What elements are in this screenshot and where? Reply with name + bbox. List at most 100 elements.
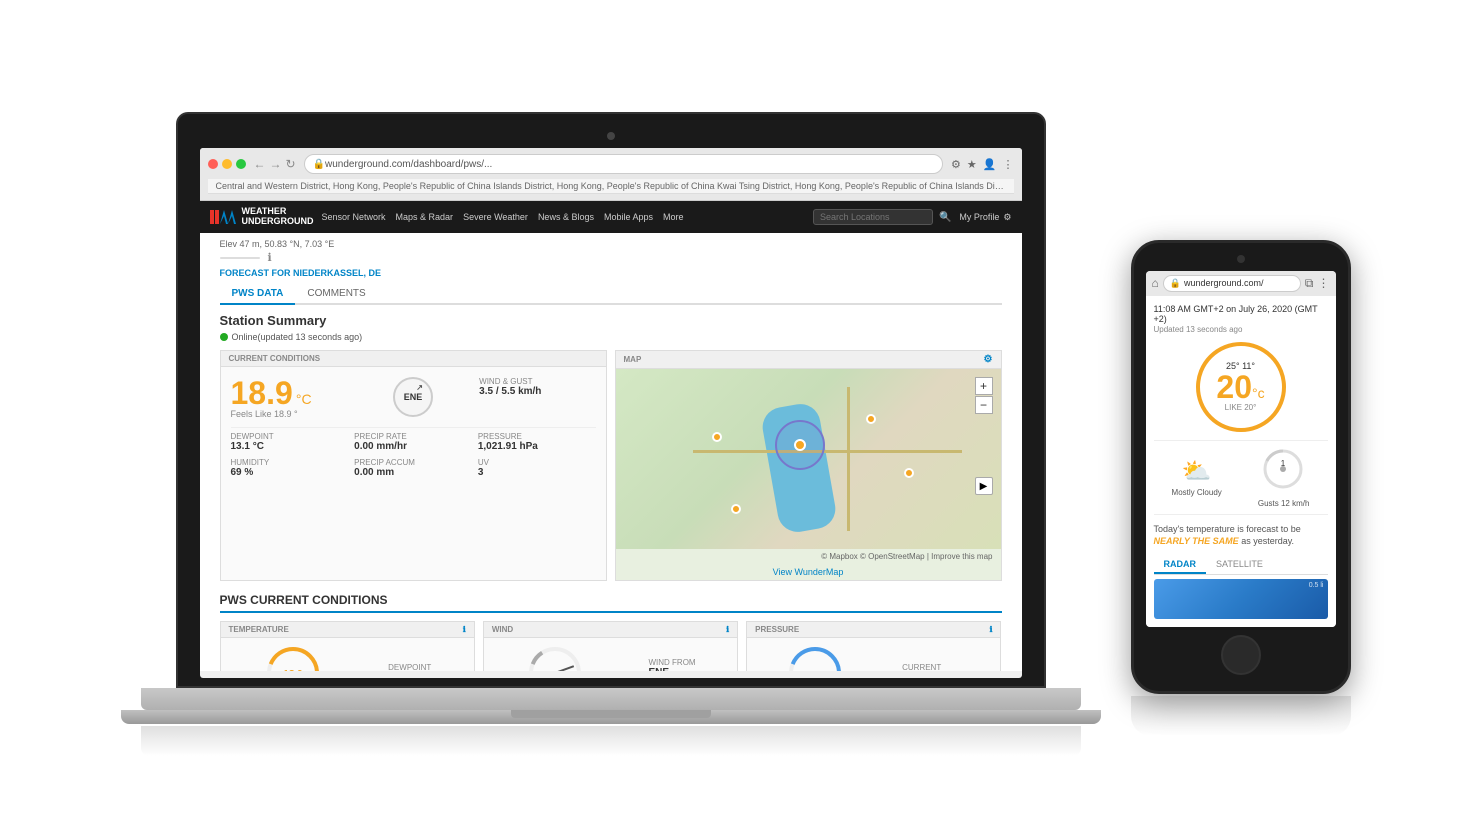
search-icon[interactable]: 🔍 — [939, 212, 951, 223]
wind-gauge-svg — [525, 643, 585, 671]
browser-nav: ← → ↻ — [254, 157, 296, 171]
dewpoint-val: 13.1 °C — [231, 441, 349, 452]
map-box-header: MAP ⚙ — [616, 351, 1001, 369]
map-controls: + − — [975, 377, 993, 414]
search-input[interactable] — [813, 209, 933, 225]
pws-pressure-label: PRESSURE — [755, 625, 799, 634]
wu-site: WEATHER UNDERGROUND Sensor Network Maps … — [200, 201, 1022, 671]
temp-current: 20 — [1216, 369, 1252, 405]
precip-rate-item: PRECIP RATE 0.00 mm/hr — [354, 432, 472, 452]
nav-more[interactable]: More — [663, 212, 684, 222]
compass-circle: ENE ↗ — [393, 377, 433, 417]
laptop-screen-outer: ← → ↻ 🔒 wunderground.com/dashboard/pws/.… — [176, 112, 1046, 688]
pws-dewpoint-label: DEWPOINT — [388, 663, 431, 671]
nav-news-blogs[interactable]: News & Blogs — [538, 212, 594, 222]
phone-overflow-icon[interactable]: ⋮ — [1318, 276, 1330, 291]
laptop-camera — [607, 132, 615, 140]
wu-profile[interactable]: My Profile ⚙ — [959, 212, 1011, 223]
account-icon: 👤 — [983, 158, 997, 171]
humidity-val: 69 % — [231, 467, 349, 478]
station-name — [220, 257, 260, 259]
phone-address-bar[interactable]: 🔒 wunderground.com/ — [1163, 275, 1301, 292]
nav-mobile-apps[interactable]: Mobile Apps — [604, 212, 653, 222]
view-wundermap-link[interactable]: View WunderMap — [616, 564, 1001, 580]
close-button[interactable] — [208, 159, 218, 169]
pws-temp-label: TEMPERATURE — [229, 625, 289, 634]
pws-pressure-current-label: CURRENT — [902, 663, 962, 671]
gusts-label: Gusts 12 km/h — [1258, 499, 1310, 508]
map-zoom-in[interactable]: + — [975, 377, 993, 395]
wu-nav: WEATHER UNDERGROUND Sensor Network Maps … — [200, 201, 1022, 233]
refresh-button[interactable]: ↻ — [286, 157, 296, 171]
wind-gauge-mini-svg: 1 — [1261, 447, 1306, 492]
nav-severe-weather[interactable]: Severe Weather — [463, 212, 528, 222]
settings-icon[interactable]: ⚙ — [1003, 212, 1011, 223]
pressure-item: PRESSURE 1,021.91 hPa — [478, 432, 596, 452]
address-text: wunderground.com/dashboard/pws/... — [325, 159, 492, 170]
phone-home-icon[interactable]: ⌂ — [1152, 276, 1159, 290]
map-marker-4 — [731, 504, 741, 514]
tab-satellite[interactable]: SATELLITE — [1206, 556, 1273, 574]
pws-wind-from-label: WIND FROM — [648, 658, 695, 667]
phone-browser-bar: ⌂ 🔒 wunderground.com/ ⧉ ⋮ — [1146, 271, 1336, 296]
map-settings-icon[interactable]: ⚙ — [984, 354, 993, 365]
tab-radar[interactable]: RADAR — [1154, 556, 1207, 574]
cloud-sun-icon: ⛅ — [1172, 457, 1222, 486]
wind-gust-val: 3.5 / 5.5 km/h — [479, 386, 595, 397]
wu-nav-links: Sensor Network Maps & Radar Severe Weath… — [322, 212, 684, 222]
tab-pws-data[interactable]: PWS DATA — [220, 284, 296, 305]
minimize-button[interactable] — [222, 159, 232, 169]
phone-weather-row: ⛅ Mostly Cloudy 1 Gusts 12 km/h — [1154, 440, 1328, 515]
map-play-button[interactable]: ▶ — [975, 477, 993, 495]
section-title: Station Summary — [220, 313, 1002, 328]
conditions-extra: DEWPOINT 13.1 °C PRECIP RATE 0.00 mm/hr — [231, 427, 596, 478]
phone-home-button[interactable] — [1221, 635, 1261, 675]
map-road-h — [693, 450, 963, 453]
phone-weather-icon: ⛅ Mostly Cloudy — [1172, 457, 1222, 497]
phone-camera — [1237, 255, 1245, 263]
phone-screen: ⌂ 🔒 wunderground.com/ ⧉ ⋮ 11:08 AM GMT+2… — [1146, 271, 1336, 627]
precip-rate-val: 0.00 mm/hr — [354, 441, 472, 452]
phone-tabs-icon[interactable]: ⧉ — [1305, 276, 1314, 291]
forecast-highlight-text: NEARLY THE SAME — [1154, 536, 1239, 546]
wind-gauge-mini: 1 Gusts 12 km/h — [1258, 447, 1310, 508]
bookmarks-bar: Central and Western District, Hong Kong,… — [208, 179, 1014, 194]
maximize-button[interactable] — [236, 159, 246, 169]
temp-current-display: 20°c — [1216, 371, 1264, 403]
back-arrow[interactable]: ← — [254, 157, 266, 171]
compass-arrow: ↗ — [416, 383, 423, 392]
laptop-base — [141, 688, 1081, 710]
conditions-map-grid: CURRENT CONDITIONS 18.9 °C Feels Like 18… — [220, 350, 1002, 581]
pws-current-pressure: CURRENT 1,021.91 hPa — [902, 663, 962, 671]
forward-arrow[interactable]: → — [270, 157, 282, 171]
extensions-icon: ⚙ — [951, 158, 961, 171]
temperature-display: 18.9 °C Feels Like 18.9 ° — [231, 377, 347, 419]
pws-card-wind-header: WIND ℹ — [484, 622, 737, 638]
nav-maps-radar[interactable]: Maps & Radar — [396, 212, 454, 222]
online-dot — [220, 333, 228, 341]
pws-wind-dir-val: ENE — [648, 667, 695, 672]
laptop-screen: ← → ↻ 🔒 wunderground.com/dashboard/pws/.… — [200, 148, 1022, 678]
map-box: MAP ⚙ — [615, 350, 1002, 581]
precip-accum-val: 0.00 mm — [354, 467, 472, 478]
wu-page-content: Elev 47 m, 50.83 °N, 7.03 °E ℹ FORECAST … — [200, 233, 1022, 671]
pws-info-icon: ℹ — [463, 625, 466, 634]
temp-circle-inner: 25° 11° 20°c LIKE 20° — [1216, 361, 1264, 412]
map-marker-1 — [712, 432, 722, 442]
tab-comments[interactable]: COMMENTS — [295, 284, 377, 303]
weather-desc: Mostly Cloudy — [1172, 488, 1222, 497]
phone-temp-gauge: 25° 11° 20°c LIKE 20° — [1154, 342, 1328, 432]
phone-menu-icons: ⧉ ⋮ — [1305, 276, 1330, 291]
elevation-text: Elev 47 m, 50.83 °N, 7.03 °E — [220, 239, 1002, 249]
map-road-v — [847, 387, 850, 531]
address-bar[interactable]: 🔒 wunderground.com/dashboard/pws/... — [304, 154, 943, 174]
uv-item: UV 3 — [478, 458, 596, 478]
pws-card-temp-body: 18.9 DEWPOINT 13.1 11 — [221, 638, 474, 671]
pws-dewpoint: DEWPOINT 13.1 11 — [388, 663, 431, 671]
profile-label: My Profile — [959, 212, 999, 222]
pressure-label: PRESSURE — [478, 432, 596, 441]
nav-sensor-network[interactable]: Sensor Network — [322, 212, 386, 222]
current-conditions-box: CURRENT CONDITIONS 18.9 °C Feels Like 18… — [220, 350, 607, 581]
wind-dir: ENE — [404, 392, 423, 402]
map-zoom-out[interactable]: − — [975, 396, 993, 414]
